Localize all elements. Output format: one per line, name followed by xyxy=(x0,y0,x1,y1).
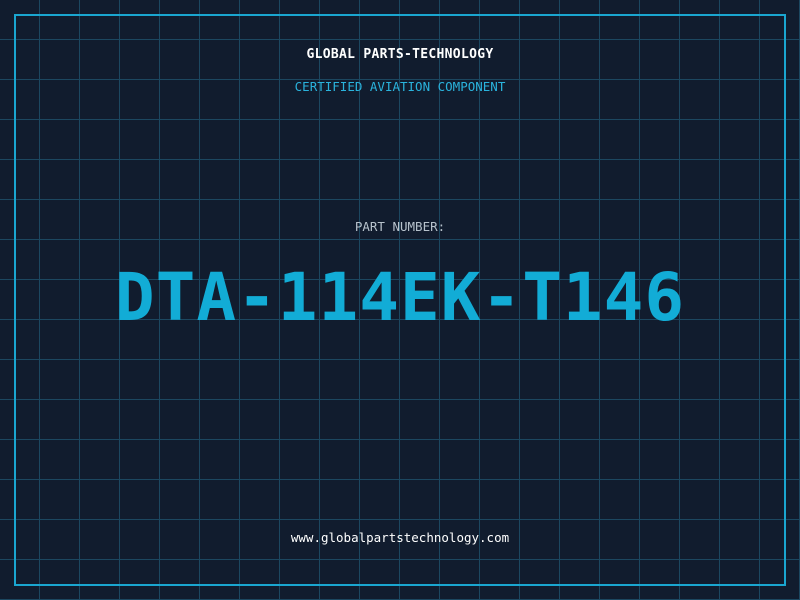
part-number-label: PART NUMBER: xyxy=(354,219,446,234)
website-url: www.globalpartstechnology.com xyxy=(290,530,510,545)
company-name: GLOBAL PARTS-TECHNOLOGY xyxy=(306,47,494,62)
certification-subtitle: CERTIFIED AVIATION COMPONENT xyxy=(294,79,506,94)
part-number-value: DTA-114EK-T146 xyxy=(114,259,686,336)
